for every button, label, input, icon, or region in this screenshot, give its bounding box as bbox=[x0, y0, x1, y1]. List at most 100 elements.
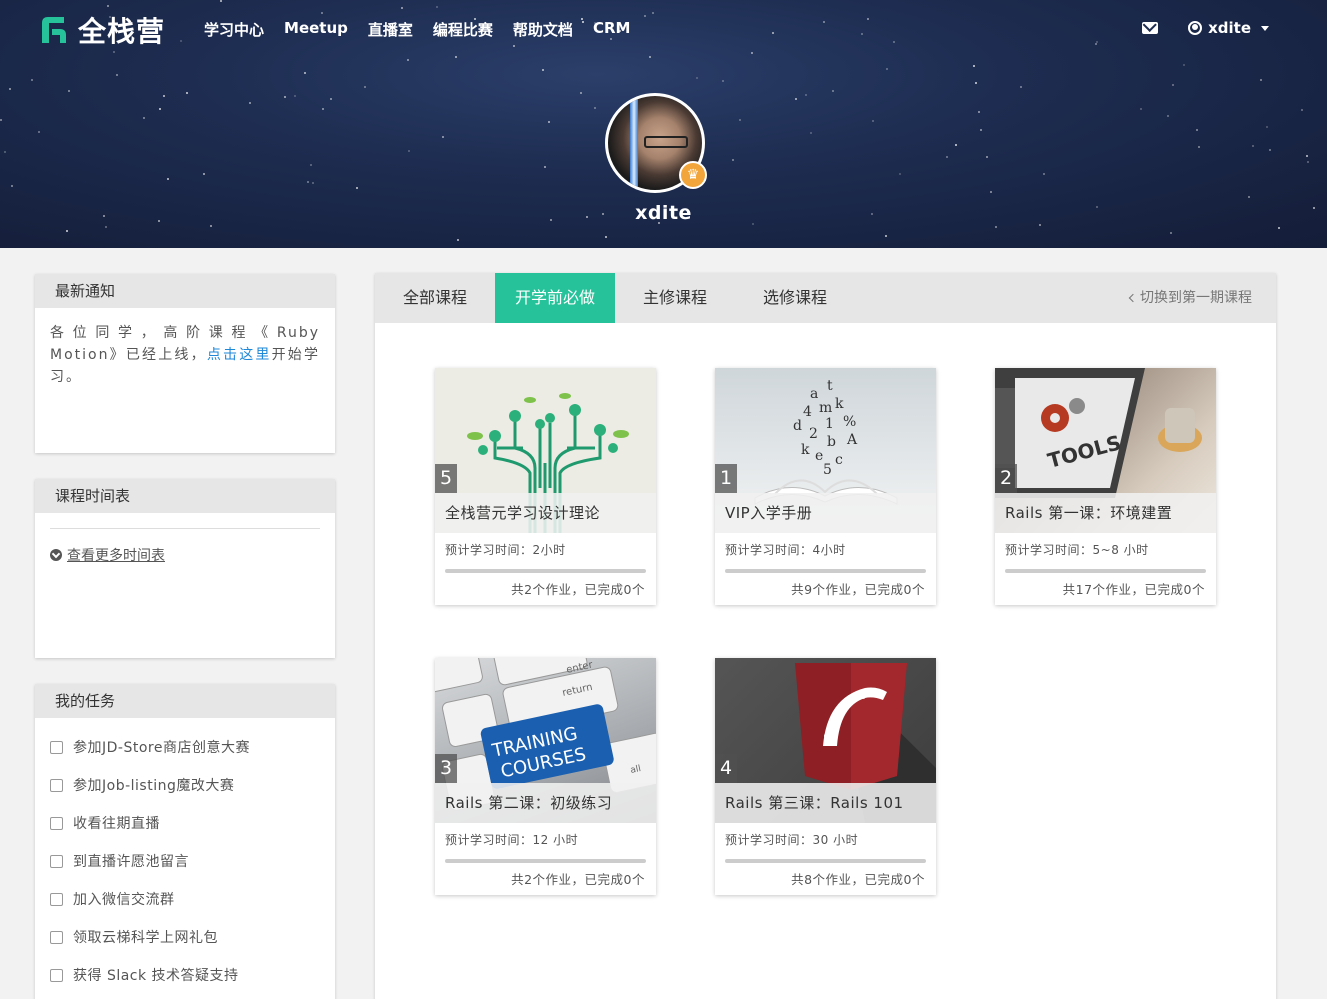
tab-all-courses[interactable]: 全部课程 bbox=[375, 273, 495, 323]
task-checkbox[interactable] bbox=[50, 892, 63, 906]
course-tabs: 全部课程 开学前必做 主修课程 选修课程 切换到第一期课程 bbox=[375, 273, 1276, 323]
star bbox=[1172, 84, 1174, 86]
course-card[interactable]: at4m k d 1% 2bAe ck5 1 VIP入学手册 预计学习时间：4小时 … bbox=[715, 368, 936, 605]
star bbox=[210, 225, 212, 227]
star bbox=[310, 164, 312, 166]
task-label: 获得 Slack 技术答疑支持 bbox=[73, 968, 239, 984]
nav-crm[interactable]: CRM bbox=[593, 19, 631, 40]
task-checkbox[interactable] bbox=[50, 778, 63, 792]
user-menu-name: xdite bbox=[1208, 19, 1251, 37]
course-thumbnail: TOOLS 2 Rails 第一课：环境建置 bbox=[995, 368, 1216, 533]
task-label: 加入微信交流群 bbox=[73, 892, 175, 908]
star bbox=[861, 33, 863, 35]
course-card[interactable]: 5 全栈营元学习设计理论 预计学习时间：2小时 共2个作业，已完成0个 bbox=[435, 368, 656, 605]
course-card[interactable]: enter return all TRAINING COURSES 3 Rail… bbox=[435, 658, 656, 895]
course-time: 预计学习时间：4小时 bbox=[725, 543, 846, 557]
course-homework-status: 共8个作业，已完成0个 bbox=[791, 872, 925, 887]
svg-text:a: a bbox=[810, 386, 818, 402]
star bbox=[356, 187, 358, 189]
course-homework-status: 共17个作业，已完成0个 bbox=[1062, 582, 1205, 597]
svg-text:1: 1 bbox=[825, 416, 834, 432]
tab-pre-enrollment[interactable]: 开学前必做 bbox=[495, 273, 615, 323]
nav-help-docs[interactable]: 帮助文档 bbox=[513, 19, 573, 40]
task-item[interactable]: 参加JD-Store商店创意大赛 bbox=[50, 728, 320, 766]
svg-text:b: b bbox=[827, 434, 836, 450]
star bbox=[975, 82, 977, 84]
star bbox=[407, 59, 409, 61]
logo-icon bbox=[42, 17, 66, 43]
task-checkbox[interactable] bbox=[50, 930, 63, 944]
star bbox=[580, 92, 582, 94]
task-item[interactable]: 领取云梯科学上网礼包 bbox=[50, 918, 320, 956]
task-checkbox[interactable] bbox=[50, 740, 63, 754]
task-item[interactable]: 加入微信交流群 bbox=[50, 880, 320, 918]
star bbox=[4, 151, 6, 153]
task-label: 参加Job-listing魔改大赛 bbox=[73, 778, 235, 794]
course-thumbnail: 4 Rails 第三课：Rails 101 bbox=[715, 658, 936, 823]
star bbox=[544, 166, 546, 168]
star bbox=[294, 95, 296, 97]
star bbox=[1170, 232, 1172, 234]
star bbox=[973, 65, 975, 67]
star bbox=[159, 108, 161, 110]
star bbox=[795, 98, 797, 100]
more-schedule-link[interactable]: 查看更多时间表 bbox=[35, 529, 335, 581]
task-list: 参加JD-Store商店创意大赛 参加Job-listing魔改大赛 收看往期直… bbox=[35, 718, 335, 999]
star bbox=[457, 239, 459, 241]
course-card[interactable]: TOOLS 2 Rails 第一课：环境建置 预计学习时间：5~8 小时 共17… bbox=[995, 368, 1216, 605]
course-title: 全栈营元学习设计理论 bbox=[435, 493, 656, 533]
task-checkbox[interactable] bbox=[50, 816, 63, 830]
star bbox=[116, 74, 118, 76]
tab-elective-courses[interactable]: 选修课程 bbox=[735, 273, 855, 323]
star bbox=[1278, 227, 1280, 229]
course-card[interactable]: 4 Rails 第三课：Rails 101 预计学习时间：30 小时 共8个作业… bbox=[715, 658, 936, 895]
svg-text:m: m bbox=[819, 400, 832, 416]
star bbox=[68, 90, 70, 92]
nav-meetup[interactable]: Meetup bbox=[284, 19, 348, 40]
schedule-title: 课程时间表 bbox=[35, 479, 335, 513]
star bbox=[696, 77, 698, 79]
nav-live-room[interactable]: 直播室 bbox=[368, 19, 413, 40]
task-item[interactable]: 到直播许愿池留言 bbox=[50, 842, 320, 880]
star bbox=[455, 56, 457, 58]
task-checkbox[interactable] bbox=[50, 854, 63, 868]
tab-core-courses[interactable]: 主修课程 bbox=[615, 273, 735, 323]
brand-logo[interactable]: 全栈营 bbox=[38, 10, 165, 50]
star bbox=[872, 120, 874, 122]
brand-name: 全栈营 bbox=[78, 15, 166, 48]
switch-cohort-link[interactable]: 切换到第一期课程 bbox=[1128, 273, 1252, 323]
star bbox=[436, 6, 438, 8]
star bbox=[1306, 155, 1308, 157]
star bbox=[322, 108, 324, 110]
notice-link[interactable]: 点击这里 bbox=[207, 347, 272, 363]
more-schedule-label: 查看更多时间表 bbox=[67, 548, 165, 564]
task-item[interactable]: 获得 Slack 技术答疑支持 bbox=[50, 956, 320, 994]
profile-avatar[interactable]: ♛ bbox=[605, 93, 707, 193]
task-checkbox[interactable] bbox=[50, 968, 63, 982]
svg-text:c: c bbox=[835, 452, 843, 468]
nav-learning-center[interactable]: 学习中心 bbox=[204, 19, 264, 40]
star bbox=[1196, 129, 1198, 131]
notice-title: 最新通知 bbox=[35, 274, 335, 308]
tasks-panel: 我的任务 参加JD-Store商店创意大赛 参加Job-listing魔改大赛 … bbox=[35, 684, 335, 999]
star bbox=[330, 98, 332, 100]
star bbox=[203, 173, 205, 175]
envelope-icon[interactable] bbox=[1142, 22, 1159, 34]
user-dropdown[interactable]: xdite bbox=[1188, 19, 1269, 37]
course-time: 预计学习时间：12 小时 bbox=[445, 833, 579, 847]
star bbox=[832, 90, 834, 92]
task-item[interactable]: 参加Job-listing魔改大赛 bbox=[50, 766, 320, 804]
main-nav: 学习中心 Meetup 直播室 编程比赛 帮助文档 CRM bbox=[204, 19, 630, 40]
task-item[interactable]: 收看往期直播 bbox=[50, 804, 320, 842]
star bbox=[823, 21, 825, 23]
nav-contest[interactable]: 编程比赛 bbox=[433, 19, 493, 40]
star bbox=[186, 92, 188, 94]
chevron-circle-down-icon bbox=[50, 549, 62, 561]
star bbox=[31, 79, 33, 81]
course-homework-status: 共9个作业，已完成0个 bbox=[791, 582, 925, 597]
star bbox=[805, 94, 807, 96]
notice-text: 各位同学，高阶课程《Ruby Motion》已经上线，点击这里开始学习。 bbox=[35, 308, 335, 402]
svg-text:k: k bbox=[801, 442, 810, 458]
profile-username: xdite bbox=[635, 202, 692, 224]
star bbox=[1043, 173, 1045, 175]
